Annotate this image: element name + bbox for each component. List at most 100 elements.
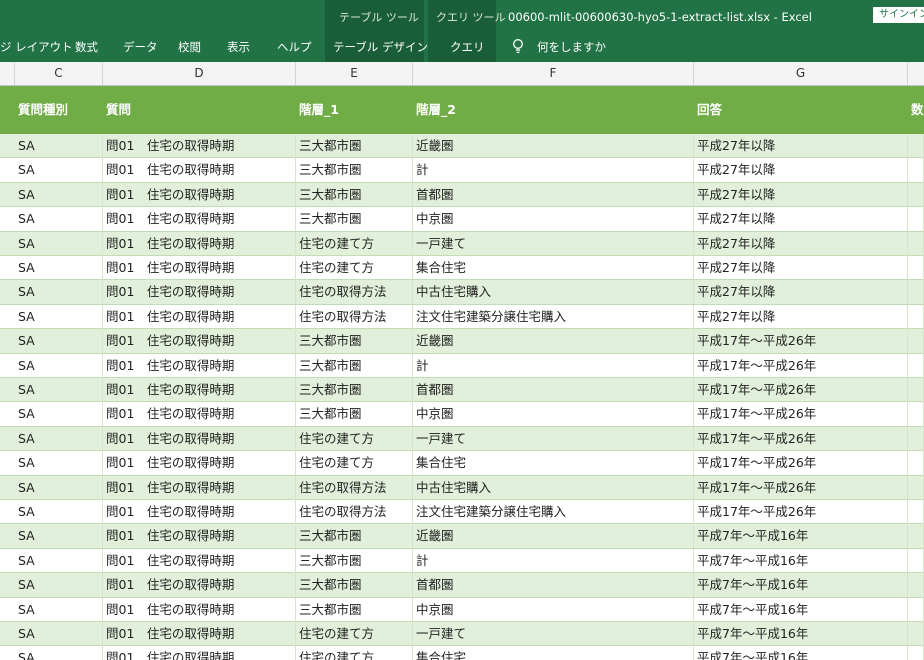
cell-question[interactable]: 問01 住宅の取得時期 xyxy=(103,548,296,573)
cell-level-2[interactable]: 近畿圏 xyxy=(413,329,694,354)
cell-question-type[interactable]: SA xyxy=(15,597,103,622)
header-level-2[interactable]: 階層_2 xyxy=(413,86,694,134)
table-row[interactable]: SA 問01 住宅の取得時期 三大都市圏 首都圏 平成7年～平成16年 xyxy=(0,573,924,598)
tab-view[interactable]: 表示 xyxy=(227,39,250,55)
cell-level-2[interactable]: 中京圏 xyxy=(413,402,694,427)
cell-count[interactable] xyxy=(908,158,924,183)
cell-answer[interactable]: 平成27年以降 xyxy=(694,158,908,183)
cell-answer[interactable]: 平成17年～平成26年 xyxy=(694,402,908,427)
table-row[interactable]: SA 問01 住宅の取得時期 住宅の取得方法 中古住宅購入 平成17年～平成26年 xyxy=(0,475,924,500)
lightbulb-icon[interactable] xyxy=(511,38,525,54)
cell-level-1[interactable]: 三大都市圏 xyxy=(296,329,413,354)
column-header-partial[interactable] xyxy=(0,62,15,85)
tab-help[interactable]: ヘルプ xyxy=(277,39,312,55)
cell-question-type[interactable]: SA xyxy=(15,158,103,183)
column-header-e[interactable]: E xyxy=(296,62,413,85)
cell-question[interactable]: 問01 住宅の取得時期 xyxy=(103,182,296,207)
header-level-1[interactable]: 階層_1 xyxy=(296,86,413,134)
cell-level-1[interactable]: 三大都市圏 xyxy=(296,353,413,378)
cell-count[interactable] xyxy=(908,426,924,451)
cell-level-1[interactable]: 住宅の建て方 xyxy=(296,646,413,660)
header-count[interactable]: 数 xyxy=(908,86,924,134)
cell-answer[interactable]: 平成27年以降 xyxy=(694,134,908,158)
cell-count[interactable] xyxy=(908,573,924,598)
cell-answer[interactable]: 平成17年～平成26年 xyxy=(694,451,908,476)
cell-count[interactable] xyxy=(908,524,924,549)
cell-question[interactable]: 問01 住宅の取得時期 xyxy=(103,304,296,329)
cell-count[interactable] xyxy=(908,256,924,280)
cell-question-type[interactable]: SA xyxy=(15,646,103,660)
table-row[interactable]: SA 問01 住宅の取得時期 住宅の建て方 集合住宅 平成17年～平成26年 xyxy=(0,451,924,476)
cell-level-1[interactable]: 住宅の建て方 xyxy=(296,622,413,646)
header-question[interactable]: 質問 xyxy=(103,86,296,134)
cell-level-2[interactable]: 中京圏 xyxy=(413,597,694,622)
cell-level-1[interactable]: 住宅の建て方 xyxy=(296,256,413,280)
cell-level-1[interactable]: 住宅の取得方法 xyxy=(296,304,413,329)
cell-level-2[interactable]: 近畿圏 xyxy=(413,524,694,549)
cell-answer[interactable]: 平成7年～平成16年 xyxy=(694,597,908,622)
tab-data[interactable]: データ xyxy=(123,39,158,55)
table-row[interactable]: SA 問01 住宅の取得時期 三大都市圏 中京圏 平成17年～平成26年 xyxy=(0,402,924,427)
cell-count[interactable] xyxy=(908,475,924,500)
cell-level-1[interactable]: 三大都市圏 xyxy=(296,378,413,402)
cell-level-1[interactable]: 三大都市圏 xyxy=(296,182,413,207)
cell-question-type[interactable]: SA xyxy=(15,329,103,354)
table-row[interactable]: SA 問01 住宅の取得時期 三大都市圏 近畿圏 平成27年以降 xyxy=(0,134,924,159)
cell-answer[interactable]: 平成27年以降 xyxy=(694,182,908,207)
cell-question[interactable]: 問01 住宅の取得時期 xyxy=(103,280,296,305)
cell-question-type[interactable]: SA xyxy=(15,256,103,280)
cell-question[interactable]: 問01 住宅の取得時期 xyxy=(103,256,296,280)
cell-level-2[interactable]: 一戸建て xyxy=(413,231,694,256)
table-row[interactable]: SA 問01 住宅の取得時期 住宅の建て方 集合住宅 平成27年以降 xyxy=(0,256,924,281)
cell-question[interactable]: 問01 住宅の取得時期 xyxy=(103,622,296,646)
sign-in-button[interactable]: サインイン xyxy=(873,7,924,23)
cell-count[interactable] xyxy=(908,353,924,378)
column-header-c[interactable]: C xyxy=(15,62,103,85)
cell-question[interactable]: 問01 住宅の取得時期 xyxy=(103,158,296,183)
table-row[interactable]: SA 問01 住宅の取得時期 三大都市圏 首都圏 平成17年～平成26年 xyxy=(0,378,924,403)
cell-level-1[interactable]: 三大都市圏 xyxy=(296,597,413,622)
cell-level-1[interactable]: 三大都市圏 xyxy=(296,402,413,427)
table-row[interactable]: SA 問01 住宅の取得時期 三大都市圏計平成17年～平成26年 xyxy=(0,353,924,378)
cell-count[interactable] xyxy=(908,500,924,524)
cell-level-1[interactable]: 三大都市圏 xyxy=(296,573,413,598)
column-header-partial-right[interactable] xyxy=(908,62,924,85)
table-row[interactable]: SA 問01 住宅の取得時期 住宅の取得方法 中古住宅購入 平成27年以降 xyxy=(0,280,924,305)
cell-answer[interactable]: 平成7年～平成16年 xyxy=(694,548,908,573)
cell-level-2[interactable]: 中古住宅購入 xyxy=(413,280,694,305)
cell-count[interactable] xyxy=(908,402,924,427)
cell-question[interactable]: 問01 住宅の取得時期 xyxy=(103,451,296,476)
cell-level-1[interactable]: 三大都市圏 xyxy=(296,524,413,549)
cell-question-type[interactable]: SA xyxy=(15,426,103,451)
cell-question-type[interactable]: SA xyxy=(15,622,103,646)
cell-level-1[interactable]: 三大都市圏 xyxy=(296,207,413,232)
cell-level-2[interactable]: 集合住宅 xyxy=(413,646,694,660)
cell-question-type[interactable]: SA xyxy=(15,573,103,598)
cell-question-type[interactable]: SA xyxy=(15,280,103,305)
cell-count[interactable] xyxy=(908,451,924,476)
cell-level-1[interactable]: 住宅の建て方 xyxy=(296,426,413,451)
cell-level-1[interactable]: 三大都市圏 xyxy=(296,158,413,183)
cell-question[interactable]: 問01 住宅の取得時期 xyxy=(103,524,296,549)
cell-question[interactable]: 問01 住宅の取得時期 xyxy=(103,378,296,402)
cell-level-2[interactable]: 注文住宅建築分譲住宅購入 xyxy=(413,304,694,329)
cell-question-type[interactable]: SA xyxy=(15,500,103,524)
table-row[interactable]: SA 問01 住宅の取得時期 三大都市圏 近畿圏 平成7年～平成16年 xyxy=(0,524,924,549)
cell-count[interactable] xyxy=(908,182,924,207)
column-header-g[interactable]: G xyxy=(694,62,908,85)
cell-level-1[interactable]: 三大都市圏 xyxy=(296,134,413,158)
cell-level-2[interactable]: 近畿圏 xyxy=(413,134,694,158)
cell-question-type[interactable]: SA xyxy=(15,304,103,329)
cell-level-2[interactable]: 首都圏 xyxy=(413,182,694,207)
cell-level-2[interactable]: 首都圏 xyxy=(413,573,694,598)
cell-question[interactable]: 問01 住宅の取得時期 xyxy=(103,500,296,524)
cell-level-1[interactable]: 住宅の建て方 xyxy=(296,451,413,476)
cell-answer[interactable]: 平成17年～平成26年 xyxy=(694,329,908,354)
cell-question[interactable]: 問01 住宅の取得時期 xyxy=(103,329,296,354)
table-row[interactable]: SA 問01 住宅の取得時期 三大都市圏 中京圏 平成27年以降 xyxy=(0,207,924,232)
cell-question-type[interactable]: SA xyxy=(15,134,103,158)
cell-level-2[interactable]: 中京圏 xyxy=(413,207,694,232)
tab-formulas[interactable]: 数式 xyxy=(75,39,98,55)
cell-question[interactable]: 問01 住宅の取得時期 xyxy=(103,475,296,500)
cell-answer[interactable]: 平成17年～平成26年 xyxy=(694,353,908,378)
